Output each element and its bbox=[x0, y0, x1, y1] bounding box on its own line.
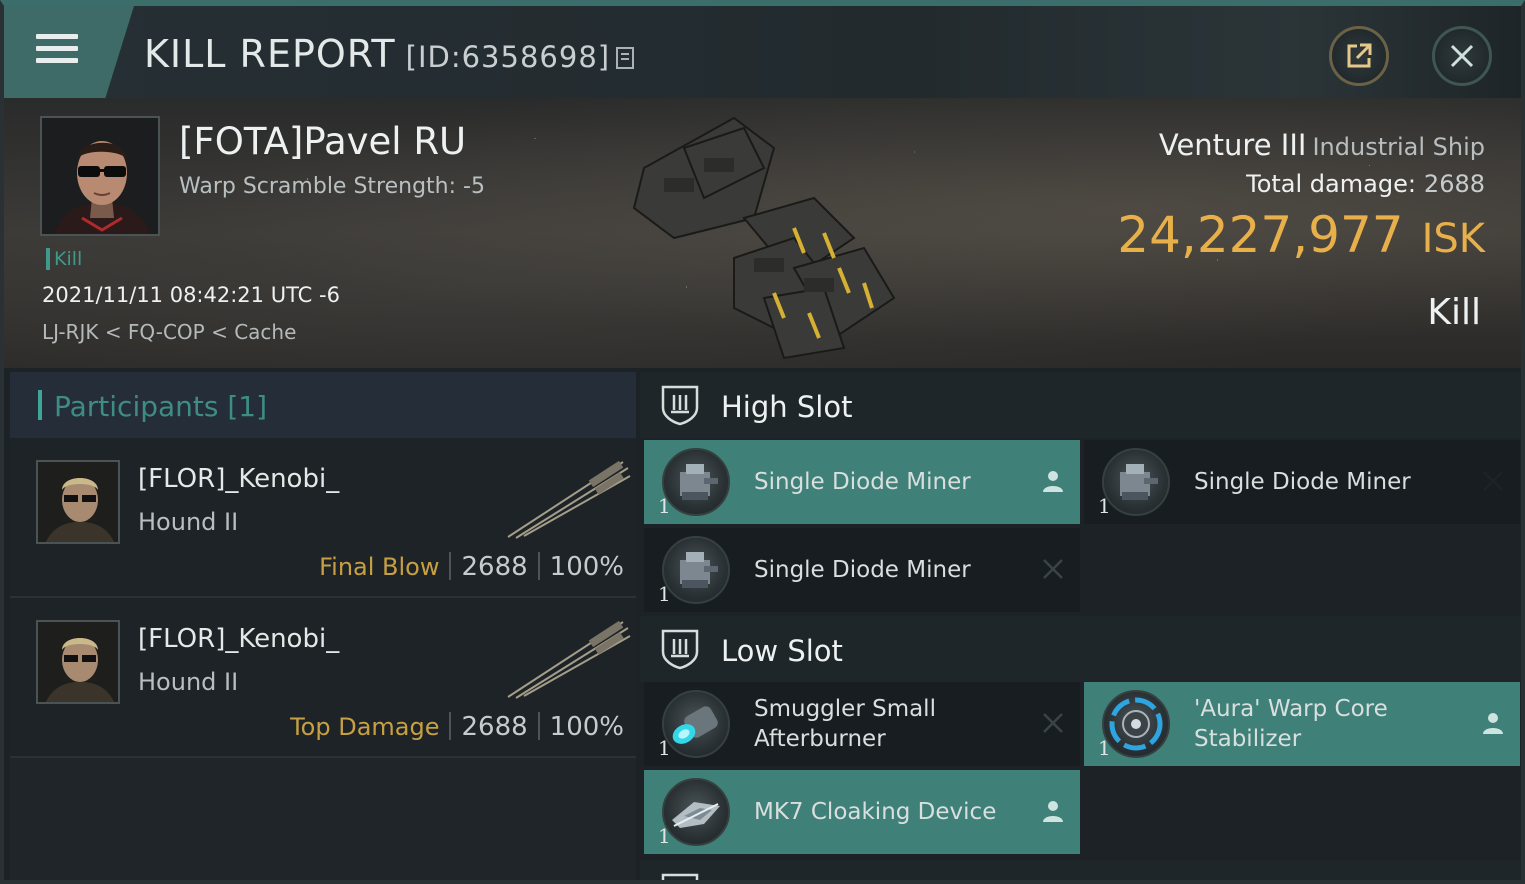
destroyed-x-icon bbox=[1483, 471, 1503, 491]
ship-render[interactable] bbox=[624, 108, 914, 363]
weapon-icon bbox=[507, 460, 631, 539]
outcome-label: Kill bbox=[1427, 292, 1481, 333]
participants-header: Participants [1] bbox=[10, 372, 636, 438]
participant-stats: Top Damage 2688 100% bbox=[290, 712, 624, 742]
cloaking-device-icon bbox=[662, 778, 730, 846]
participant-avatar[interactable] bbox=[36, 460, 120, 544]
participant-ship[interactable]: Hound II bbox=[138, 508, 238, 536]
module-name: Smuggler Small Afterburner bbox=[754, 696, 936, 752]
participant-damage: 2688 bbox=[461, 712, 528, 742]
module-quantity: 1 bbox=[1098, 736, 1111, 760]
shield-slot-icon bbox=[661, 873, 699, 880]
isk-value-line: 24,227,977 ISK bbox=[1117, 206, 1485, 264]
module-quantity: 1 bbox=[658, 736, 671, 760]
share-external-icon bbox=[1347, 43, 1372, 68]
module-name: MK7 Cloaking Device bbox=[754, 799, 997, 825]
kill-location[interactable]: LJ-RJK < FQ-COP < Cache bbox=[42, 320, 296, 344]
participant-stats: Final Blow 2688 100% bbox=[319, 552, 624, 582]
window-title: KILL REPORT [ID:6358698] bbox=[144, 32, 635, 76]
participant-row[interactable]: [FLOR]_Kenobi_ Hound II Final Blow 2688 10… bbox=[10, 438, 636, 598]
module-name: Single Diode Miner bbox=[1194, 469, 1411, 495]
participant-role: Final Blow bbox=[319, 553, 440, 581]
isk-unit: ISK bbox=[1421, 216, 1485, 262]
participant-role: Top Damage bbox=[290, 713, 440, 741]
miner-icon bbox=[1102, 448, 1170, 516]
module-item[interactable]: 1 'Aura' Warp Core Stabilizer bbox=[1084, 682, 1520, 766]
title-bar: KILL REPORT [ID:6358698] bbox=[4, 6, 1521, 98]
close-icon bbox=[1450, 44, 1474, 68]
participants-title: Participants [1] bbox=[54, 390, 268, 423]
module-item[interactable]: 1 Smuggler Small Afterburner bbox=[644, 682, 1080, 766]
destroyed-x-icon bbox=[1043, 559, 1063, 579]
module-item[interactable]: 1 Single Diode Miner bbox=[1084, 440, 1520, 524]
isk-value: 24,227,977 bbox=[1117, 206, 1404, 264]
participant-percent: 100% bbox=[549, 552, 624, 582]
afterburner-icon bbox=[662, 690, 730, 758]
total-damage-value: 2688 bbox=[1423, 170, 1485, 198]
participant-ship[interactable]: Hound II bbox=[138, 668, 238, 696]
ship-type-line: Venture III Industrial Ship bbox=[1159, 128, 1485, 162]
participant-name[interactable]: [FLOR]_Kenobi_ bbox=[138, 464, 339, 494]
module-quantity: 1 bbox=[658, 582, 671, 606]
module-item[interactable]: 1 Single Diode Miner bbox=[644, 440, 1080, 524]
close-button[interactable] bbox=[1432, 26, 1492, 86]
kill-tag: Kill bbox=[46, 248, 82, 270]
module-item[interactable]: 1 Single Diode Miner bbox=[644, 528, 1080, 612]
warp-scramble-strength: Warp Scramble Strength: -5 bbox=[179, 174, 485, 199]
title-text: KILL REPORT bbox=[144, 32, 396, 76]
share-button[interactable] bbox=[1329, 26, 1389, 86]
mid-slot-header-partial bbox=[640, 860, 1521, 880]
participant-percent: 100% bbox=[549, 712, 624, 742]
low-slot-header: Low Slot bbox=[640, 616, 1521, 682]
participants-panel: Participants [1] [FLOR]_Kenobi_ Hound II bbox=[10, 372, 636, 880]
ship-class: Industrial Ship bbox=[1312, 133, 1485, 161]
ship-name[interactable]: Venture III bbox=[1159, 128, 1307, 162]
module-name: Single Diode Miner bbox=[754, 469, 971, 495]
warp-core-stabilizer-icon bbox=[1102, 690, 1170, 758]
total-damage-line: Total damage: 2688 bbox=[1246, 170, 1485, 198]
high-slot-header: High Slot bbox=[640, 372, 1521, 438]
module-quantity: 1 bbox=[658, 824, 671, 848]
module-quantity: 1 bbox=[1098, 494, 1111, 518]
miner-icon bbox=[662, 536, 730, 604]
low-slot-label: Low Slot bbox=[721, 634, 843, 668]
victim-avatar[interactable] bbox=[40, 116, 160, 236]
kill-datetime: 2021/11/11 08:42:21 UTC -6 bbox=[42, 283, 340, 307]
participant-avatar[interactable] bbox=[36, 620, 120, 704]
weapon-icon bbox=[507, 620, 631, 699]
participant-damage: 2688 bbox=[461, 552, 528, 582]
miner-icon bbox=[662, 448, 730, 516]
dropped-person-icon bbox=[1043, 801, 1063, 822]
dropped-person-icon bbox=[1483, 713, 1503, 734]
kill-report-window: KILL REPORT [ID:6358698] [FOTA]Pavel RU … bbox=[0, 0, 1525, 884]
victim-summary: [FOTA]Pavel RU Warp Scramble Strength: -… bbox=[4, 98, 1521, 368]
shield-slot-icon bbox=[661, 629, 699, 670]
module-name: 'Aura' Warp Core Stabilizer bbox=[1194, 696, 1388, 752]
participant-name[interactable]: [FLOR]_Kenobi_ bbox=[138, 624, 339, 654]
module-name: Single Diode Miner bbox=[754, 557, 971, 583]
report-id: [ID:6358698] bbox=[405, 40, 611, 74]
high-slot-label: High Slot bbox=[721, 390, 853, 424]
destroyed-x-icon bbox=[1043, 713, 1063, 733]
copy-icon[interactable] bbox=[616, 47, 635, 69]
fitting-panel: High Slot 1 Single Diode Miner 1 Single … bbox=[640, 372, 1521, 880]
dropped-person-icon bbox=[1043, 471, 1063, 492]
shield-slot-icon bbox=[661, 385, 699, 426]
participant-row[interactable]: [FLOR]_Kenobi_ Hound II Top Damage 2688 10… bbox=[10, 598, 636, 758]
hamburger-icon[interactable] bbox=[36, 34, 78, 68]
total-damage-label: Total damage: bbox=[1246, 170, 1416, 198]
victim-name[interactable]: [FOTA]Pavel RU bbox=[179, 120, 466, 163]
module-quantity: 1 bbox=[658, 494, 671, 518]
module-item[interactable]: 1 MK7 Cloaking Device bbox=[644, 770, 1080, 854]
